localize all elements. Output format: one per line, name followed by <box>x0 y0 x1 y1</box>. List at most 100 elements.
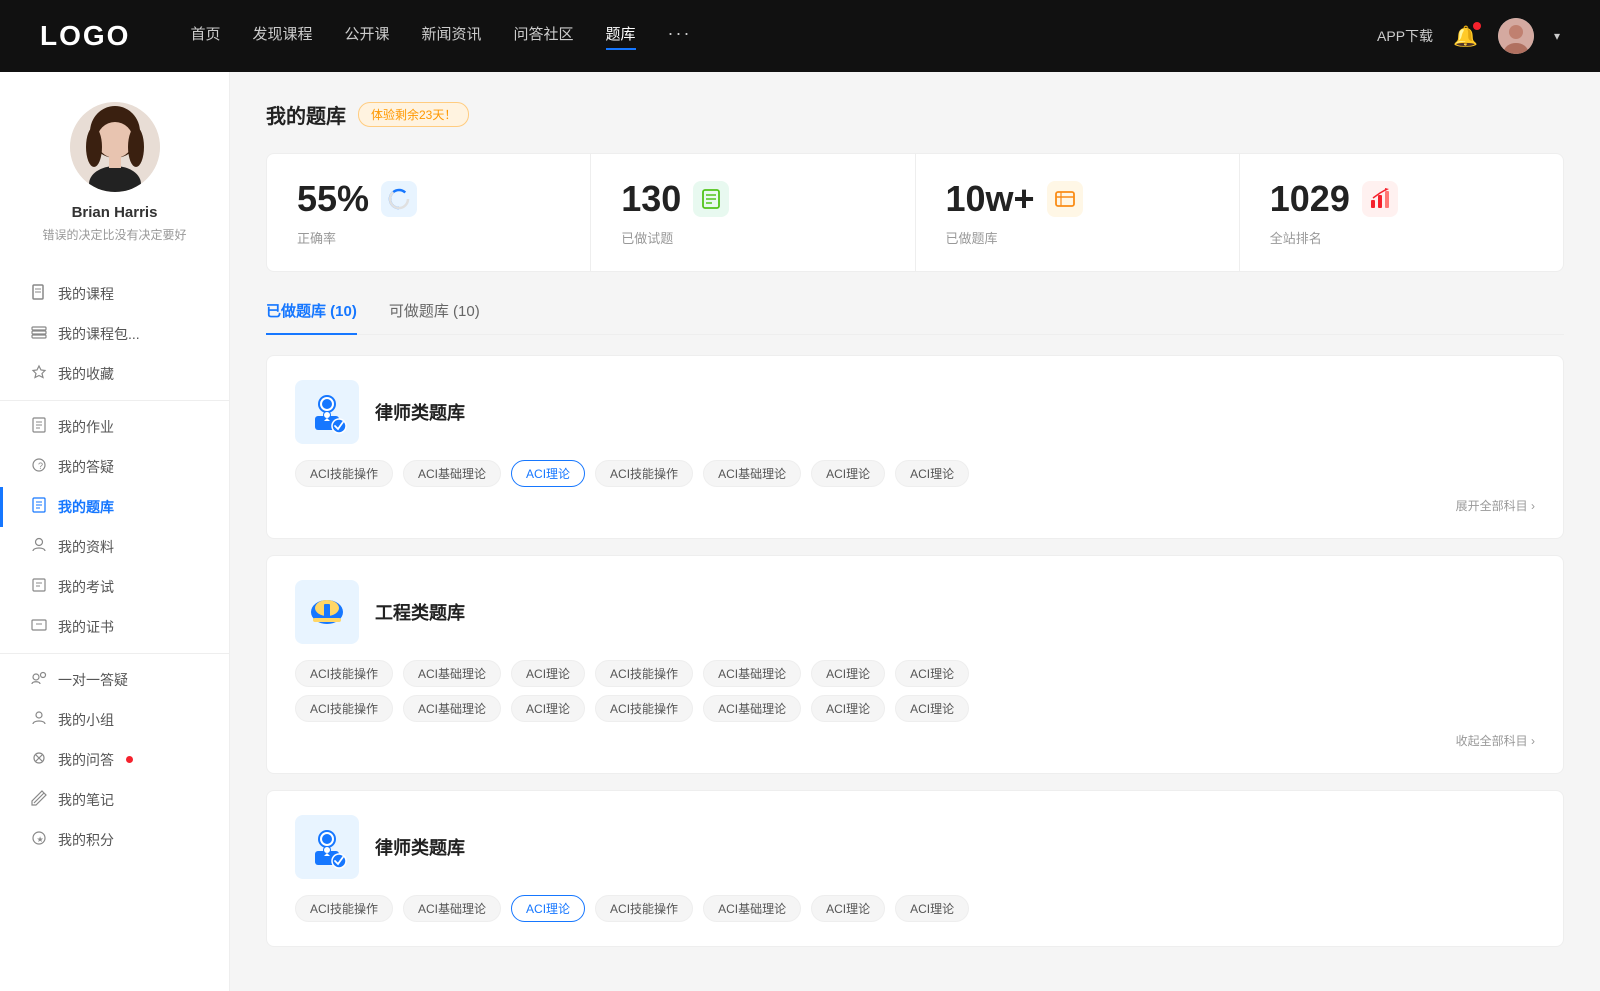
stat-done-banks-label: 已做题库 <box>946 228 1209 247</box>
tag[interactable]: ACI技能操作 <box>295 895 393 922</box>
stat-rank-label: 全站排名 <box>1270 228 1533 247</box>
tag[interactable]: ACI基础理论 <box>703 660 801 687</box>
sidebar-item-questions[interactable]: ? 我的答疑 <box>0 447 229 487</box>
certificates-icon <box>30 617 48 637</box>
exams-icon <box>30 577 48 597</box>
tag[interactable]: ACI技能操作 <box>595 460 693 487</box>
expand-link-lawyer-1[interactable]: 展开全部科目 › <box>295 497 1535 514</box>
sidebar-label-notes: 我的笔记 <box>58 790 114 810</box>
sidebar-item-homework[interactable]: 我的作业 <box>0 407 229 447</box>
courses-icon <box>30 284 48 304</box>
tag[interactable]: ACI技能操作 <box>595 895 693 922</box>
tag[interactable]: ACI基础理论 <box>703 460 801 487</box>
tag[interactable]: ACI基础理论 <box>403 695 501 722</box>
stat-done-banks-number: 10w+ <box>946 178 1035 220</box>
sidebar-item-exams[interactable]: 我的考试 <box>0 567 229 607</box>
tags-row-engineering-2: ACI技能操作 ACI基础理论 ACI理论 ACI技能操作 ACI基础理论 AC… <box>295 695 1535 722</box>
tag[interactable]: ACI技能操作 <box>295 695 393 722</box>
notification-bell[interactable]: 🔔 <box>1453 24 1478 49</box>
nav-qa[interactable]: 问答社区 <box>514 23 574 50</box>
tag[interactable]: ACI理论 <box>511 660 585 687</box>
quiz-card-lawyer-1-header: 律师类题库 <box>295 380 1535 444</box>
sidebar-label-profile: 我的资料 <box>58 537 114 557</box>
app-download-button[interactable]: APP下载 <box>1377 26 1433 46</box>
sidebar-avatar <box>70 102 160 192</box>
trial-badge: 体验剩余23天！ <box>358 102 469 127</box>
sidebar-item-points[interactable]: ★ 我的积分 <box>0 820 229 860</box>
quiz-title-lawyer-1: 律师类题库 <box>375 399 465 425</box>
sidebar-item-my-qa[interactable]: 我的问答 <box>0 740 229 780</box>
sidebar-item-favorites[interactable]: 我的收藏 <box>0 354 229 394</box>
nav-quiz[interactable]: 题库 <box>606 23 636 50</box>
my-qa-icon <box>30 750 48 770</box>
questions-icon: ? <box>30 457 48 477</box>
tag[interactable]: ACI基础理论 <box>703 895 801 922</box>
tag[interactable]: ACI理论 <box>811 660 885 687</box>
sidebar-item-profile[interactable]: 我的资料 <box>0 527 229 567</box>
sidebar-item-groups[interactable]: 我的小组 <box>0 700 229 740</box>
tag[interactable]: ACI基础理论 <box>403 895 501 922</box>
sidebar-label-one-on-one: 一对一答疑 <box>58 670 128 690</box>
sidebar-username: Brian Harris <box>72 204 158 221</box>
sidebar: Brian Harris 错误的决定比没有决定要好 我的课程 我的课程包... <box>0 72 230 991</box>
tag[interactable]: ACI理论 <box>895 695 969 722</box>
nav-more[interactable]: ··· <box>668 23 692 50</box>
stat-done-questions: 130 已做试题 <box>591 154 915 271</box>
notification-dot <box>1473 22 1481 30</box>
tag[interactable]: ACI技能操作 <box>595 660 693 687</box>
sidebar-label-exams: 我的考试 <box>58 577 114 597</box>
sidebar-item-notes[interactable]: 我的笔记 <box>0 780 229 820</box>
tag[interactable]: ACI基础理论 <box>403 660 501 687</box>
sidebar-label-points: 我的积分 <box>58 830 114 850</box>
tag[interactable]: ACI技能操作 <box>595 695 693 722</box>
sidebar-item-one-on-one[interactable]: 一对一答疑 <box>0 660 229 700</box>
sidebar-motto: 错误的决定比没有决定要好 <box>42 227 186 244</box>
tag[interactable]: ACI理论 <box>895 460 969 487</box>
tag-active[interactable]: ACI理论 <box>511 895 585 922</box>
nav-discover[interactable]: 发现课程 <box>252 23 312 50</box>
tabs-row: 已做题库 (10) 可做题库 (10) <box>266 300 1564 335</box>
tag[interactable]: ACI理论 <box>811 460 885 487</box>
nav-home[interactable]: 首页 <box>190 23 220 50</box>
navbar: LOGO 首页 发现课程 公开课 新闻资讯 问答社区 题库 ··· APP下载 … <box>0 0 1600 72</box>
sidebar-label-groups: 我的小组 <box>58 710 114 730</box>
user-avatar[interactable] <box>1498 18 1534 54</box>
tag[interactable]: ACI理论 <box>895 660 969 687</box>
page-wrapper: Brian Harris 错误的决定比没有决定要好 我的课程 我的课程包... <box>0 0 1600 991</box>
nav-items: 首页 发现课程 公开课 新闻资讯 问答社区 题库 ··· <box>190 23 1337 50</box>
tag[interactable]: ACI理论 <box>511 695 585 722</box>
collapse-link-engineering[interactable]: 收起全部科目 › <box>295 732 1535 749</box>
sidebar-item-my-courses[interactable]: 我的课程 <box>0 274 229 314</box>
sidebar-label-homework: 我的作业 <box>58 417 114 437</box>
tags-row-engineering-1: ACI技能操作 ACI基础理论 ACI理论 ACI技能操作 ACI基础理论 AC… <box>295 660 1535 687</box>
tag-active[interactable]: ACI理论 <box>511 460 585 487</box>
tag[interactable]: ACI理论 <box>895 895 969 922</box>
homework-icon <box>30 417 48 437</box>
tag[interactable]: ACI基础理论 <box>703 695 801 722</box>
profile-icon <box>30 537 48 557</box>
nav-open-course[interactable]: 公开课 <box>344 23 389 50</box>
tag[interactable]: ACI技能操作 <box>295 460 393 487</box>
sidebar-item-quiz-bank[interactable]: 我的题库 <box>0 487 229 527</box>
user-menu-arrow[interactable]: ▾ <box>1554 29 1560 43</box>
tag[interactable]: ACI技能操作 <box>295 660 393 687</box>
sidebar-label-favorites: 我的收藏 <box>58 364 114 384</box>
sidebar-item-certificates[interactable]: 我的证书 <box>0 607 229 647</box>
nav-news[interactable]: 新闻资讯 <box>422 23 482 50</box>
groups-icon <box>30 710 48 730</box>
sidebar-item-course-packages[interactable]: 我的课程包... <box>0 314 229 354</box>
tags-row-lawyer-2: ACI技能操作 ACI基础理论 ACI理论 ACI技能操作 ACI基础理论 AC… <box>295 895 1535 922</box>
tab-available-banks[interactable]: 可做题库 (10) <box>389 300 480 335</box>
stats-row: 55% 正确率 130 <box>266 153 1564 272</box>
page-header: 我的题库 体验剩余23天！ <box>266 100 1564 129</box>
nav-right: APP下载 🔔 ▾ <box>1377 18 1560 54</box>
lawyer-icon-2 <box>295 815 359 879</box>
tab-done-banks[interactable]: 已做题库 (10) <box>266 300 357 335</box>
quiz-card-lawyer-2: 律师类题库 ACI技能操作 ACI基础理论 ACI理论 ACI技能操作 ACI基… <box>266 790 1564 947</box>
tag[interactable]: ACI理论 <box>811 695 885 722</box>
stat-rank-number: 1029 <box>1270 178 1350 220</box>
favorites-icon <box>30 364 48 384</box>
tag[interactable]: ACI理论 <box>811 895 885 922</box>
tag[interactable]: ACI基础理论 <box>403 460 501 487</box>
stat-rank: 1029 全站排名 <box>1240 154 1563 271</box>
